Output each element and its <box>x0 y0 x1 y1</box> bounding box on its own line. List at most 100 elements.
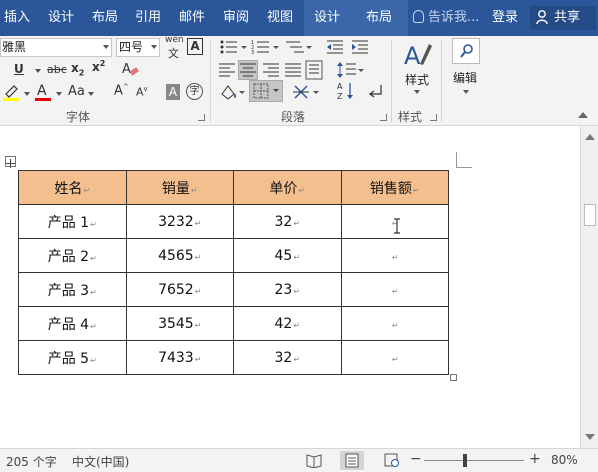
table-header-cell[interactable]: 销售额↵ <box>340 170 449 205</box>
table-cell[interactable]: 32↵ <box>233 340 342 375</box>
table-header-cell[interactable]: 单价↵ <box>233 170 342 205</box>
tab-table-design[interactable]: 设计 <box>304 0 350 36</box>
change-case-button[interactable]: Aa <box>68 84 85 99</box>
word-count[interactable]: 205 个字 <box>6 453 57 470</box>
align-left-icon[interactable] <box>218 62 236 78</box>
print-layout-button[interactable] <box>340 451 364 470</box>
share-button[interactable]: 共享 <box>530 6 596 30</box>
header-text: 销量 <box>161 180 190 197</box>
table-cell[interactable]: 7652↵ <box>125 272 234 307</box>
chevron-down-icon[interactable] <box>24 92 30 96</box>
zoom-in-button[interactable]: + <box>529 451 541 467</box>
tab-layout[interactable]: 布局 <box>84 0 126 36</box>
read-mode-icon[interactable] <box>306 453 322 468</box>
language-indicator[interactable]: 中文(中国) <box>72 453 129 470</box>
tab-design[interactable]: 设计 <box>38 0 84 36</box>
zoom-out-button[interactable]: − <box>410 451 422 467</box>
align-right-icon[interactable] <box>262 62 280 78</box>
tab-review[interactable]: 审阅 <box>214 0 258 36</box>
font-size-select[interactable]: 四号 <box>116 38 160 57</box>
numbering-icon[interactable]: 1 2 3 <box>251 38 281 56</box>
multilevel-list-icon[interactable] <box>284 38 314 56</box>
scroll-down-icon[interactable] <box>585 434 595 440</box>
document-page[interactable]: 姓名↵ 销量↵ 单价↵ 销售额↵ 产品 1↵ 3232↵ 32↵ ↵ 产品 2↵… <box>0 126 580 448</box>
zoom-slider[interactable] <box>424 460 524 461</box>
dialog-launcher-icon[interactable] <box>430 114 437 121</box>
table-header-row: 姓名↵ 销量↵ 单价↵ 销售额↵ <box>18 170 449 205</box>
chevron-down-icon[interactable] <box>88 92 94 96</box>
increase-indent-icon[interactable] <box>350 38 370 56</box>
phonetic-guide-button[interactable]: wén <box>165 36 184 45</box>
enclose-characters-button[interactable]: 字 <box>186 83 203 100</box>
decrease-indent-icon[interactable] <box>325 38 345 56</box>
find-box <box>452 38 480 64</box>
styles-button[interactable]: A 样式 <box>396 36 438 102</box>
table-cell[interactable]: 45↵ <box>233 238 342 273</box>
font-name-select[interactable]: 雅黑 <box>0 38 112 57</box>
distributed-icon[interactable] <box>305 60 323 80</box>
chinese-layout-icon[interactable] <box>292 82 320 102</box>
shading-icon[interactable] <box>218 82 246 102</box>
strikethrough-button[interactable]: abc <box>47 63 67 76</box>
borders-button[interactable] <box>249 80 283 102</box>
dialog-launcher-icon[interactable] <box>380 114 387 121</box>
vertical-scrollbar[interactable] <box>580 126 598 448</box>
login-link[interactable]: 登录 <box>492 0 518 36</box>
clear-formatting-icon[interactable]: A <box>121 60 139 78</box>
editing-button[interactable]: 编辑 <box>446 36 484 102</box>
share-label: 共享 <box>554 10 581 25</box>
table-cell[interactable]: ↵ <box>340 306 449 341</box>
subscript-button[interactable]: x2 <box>71 61 84 77</box>
chevron-down-icon[interactable] <box>35 69 41 73</box>
data-table: 姓名↵ 销量↵ 单价↵ 销售额↵ 产品 1↵ 3232↵ 32↵ ↵ 产品 2↵… <box>18 170 449 375</box>
line-spacing-icon[interactable] <box>336 60 364 80</box>
scroll-up-icon[interactable] <box>585 134 595 140</box>
table-cell[interactable]: 32↵ <box>233 204 342 239</box>
tell-me-search[interactable]: 告诉我... <box>413 0 479 36</box>
align-center-button[interactable] <box>238 60 258 80</box>
zoom-slider-thumb[interactable] <box>463 454 467 467</box>
character-shading-button[interactable]: A <box>166 84 180 100</box>
table-cell[interactable]: ↵ <box>340 340 449 375</box>
table-cell[interactable]: 产品 1↵ <box>18 204 127 239</box>
shrink-font-button[interactable]: Av <box>136 85 148 99</box>
highlighter-icon[interactable] <box>2 82 22 102</box>
superscript-button[interactable]: x2 <box>92 59 105 74</box>
table-cell[interactable]: 3545↵ <box>125 306 234 341</box>
tab-table-layout[interactable]: 布局 <box>350 0 408 36</box>
table-move-handle[interactable] <box>5 156 16 168</box>
scroll-thumb[interactable] <box>584 204 596 226</box>
table-cell[interactable]: 产品 3↵ <box>18 272 127 307</box>
table-cell[interactable]: 产品 2↵ <box>18 238 127 273</box>
table-resize-handle[interactable] <box>450 374 457 381</box>
table-cell[interactable]: ↵ <box>340 272 449 307</box>
table-cell[interactable]: 产品 4↵ <box>18 306 127 341</box>
show-marks-icon[interactable] <box>368 82 384 100</box>
collapse-ribbon-icon[interactable] <box>578 112 588 118</box>
table-cell[interactable]: 4565↵ <box>125 238 234 273</box>
chevron-down-icon[interactable] <box>56 92 62 96</box>
table-cell[interactable]: 7433↵ <box>125 340 234 375</box>
table-cell[interactable]: ↵ <box>340 238 449 273</box>
character-border-button[interactable]: A <box>187 38 203 55</box>
tab-view[interactable]: 视图 <box>258 0 302 36</box>
tab-references[interactable]: 引用 <box>126 0 170 36</box>
tab-mailings[interactable]: 邮件 <box>170 0 214 36</box>
sort-icon[interactable]: A Z <box>336 80 356 102</box>
table-cell[interactable]: 42↵ <box>233 306 342 341</box>
table-cell[interactable]: 产品 5↵ <box>18 340 127 375</box>
zoom-level[interactable]: 80% <box>551 453 578 467</box>
table-cell[interactable]: 23↵ <box>233 272 342 307</box>
font-color-icon[interactable]: A <box>34 82 52 102</box>
bullets-icon[interactable] <box>219 38 249 56</box>
underline-button[interactable]: U <box>14 62 24 76</box>
table-cell[interactable]: 3232↵ <box>125 204 234 239</box>
dialog-launcher-icon[interactable] <box>198 114 205 121</box>
tell-me-placeholder: 告诉我... <box>428 10 480 25</box>
tab-insert[interactable]: 插入 <box>0 0 34 36</box>
justify-icon[interactable] <box>284 62 302 78</box>
table-header-cell[interactable]: 姓名↵ <box>18 170 127 205</box>
web-layout-icon[interactable] <box>384 453 400 468</box>
grow-font-button[interactable]: A^ <box>114 83 129 98</box>
table-header-cell[interactable]: 销量↵ <box>125 170 234 205</box>
